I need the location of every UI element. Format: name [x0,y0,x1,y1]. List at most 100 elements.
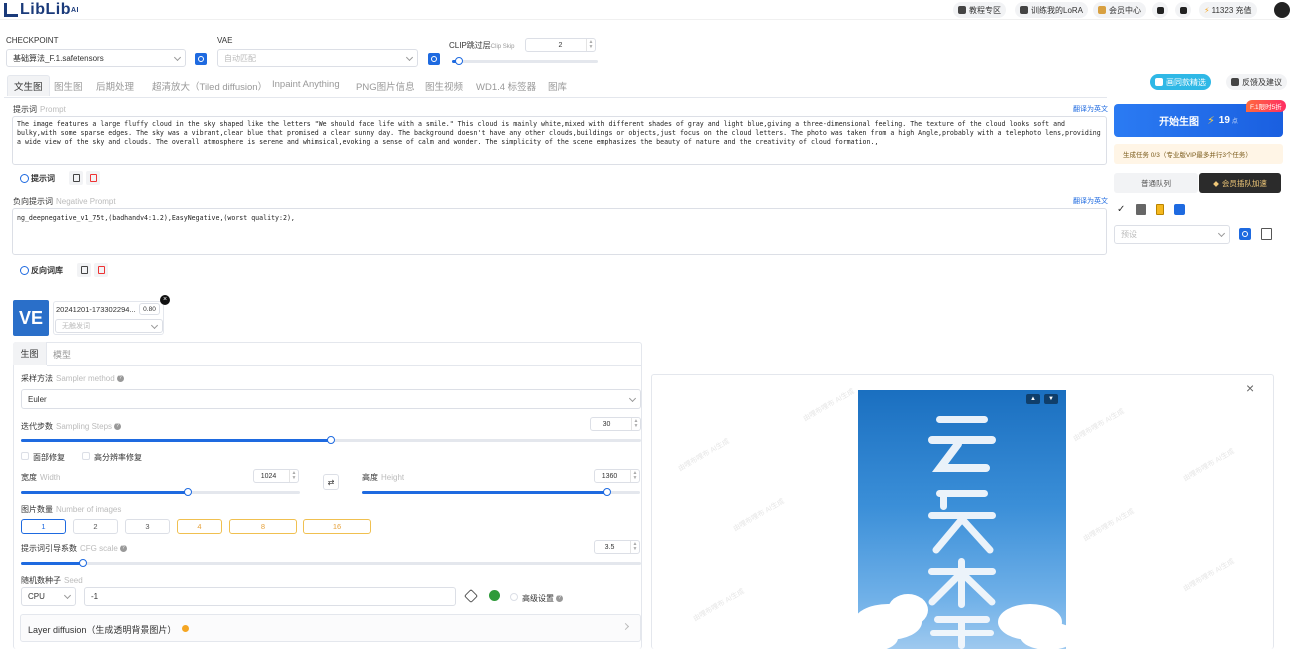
negative-library-toggle[interactable]: 反向词库 [20,265,63,276]
vae-select[interactable]: 自动匹配 [217,49,418,67]
num-images-8[interactable]: 8 [229,519,297,534]
check-icon[interactable]: ✓ [1117,204,1125,215]
negative-prompt-label: 负向提示词 Negative Prompt [13,197,116,206]
bolt-icon: ⚡ [1204,5,1210,15]
folder-icon[interactable] [1175,2,1191,18]
clipboard-icon[interactable] [1156,204,1164,215]
train-lora-button[interactable]: 训练我的LoRA [1015,2,1089,18]
advanced-settings-radio[interactable] [510,593,518,601]
refresh-preset-icon[interactable] [1239,228,1251,240]
steps-input[interactable]: 30 ▲ ▼ [590,417,641,431]
like-icon[interactable]: ▲ [1026,394,1040,404]
vip-center-button[interactable]: 会员中心 [1093,2,1146,18]
tab-inpaint-anything[interactable]: Inpaint Anything [272,79,340,90]
tab-img2video[interactable]: 图生视频 [425,79,463,93]
message-icon[interactable] [1152,2,1168,18]
tab-tiled-diffusion[interactable]: 超清放大（Tiled diffusion） [152,79,267,93]
preset-select[interactable]: 预设 [1114,225,1230,244]
chevron-down-icon [628,394,637,403]
vip-queue-tab[interactable]: ◆ 会员插队加速 [1199,173,1281,193]
checkpoint-label: CHECKPOINT [6,36,59,45]
lora-thumbnail[interactable]: VE [13,300,49,336]
stepper-icon[interactable]: ▲ ▼ [631,418,640,430]
stepper-icon[interactable]: ▲ ▼ [630,470,639,482]
num-images-4[interactable]: 4 [177,519,222,534]
num-images-16[interactable]: 16 [303,519,371,534]
tab-png-info[interactable]: PNG图片信息 [356,79,415,93]
tab-postprocess[interactable]: 后期处理 [96,79,134,93]
stepper-icon[interactable]: ▲ ▼ [630,541,639,553]
vae-label: VAE [217,36,233,45]
recycle-icon[interactable] [489,590,500,601]
help-icon[interactable]: ? [116,375,124,383]
num-images-1[interactable]: 1 [21,519,66,534]
sampler-select[interactable]: Euler [21,389,641,409]
cfg-slider[interactable] [21,559,641,567]
tab-img2img[interactable]: 图生图 [54,79,83,93]
copy-icon[interactable] [77,263,91,277]
stepper-icon[interactable]: ▲ ▼ [586,39,595,51]
credits-recharge-button[interactable]: ⚡ 11323 充值 [1199,2,1257,18]
same-style-button[interactable]: 画同款精选 [1150,74,1211,90]
prompt-toggle[interactable]: 提示词 [20,173,55,184]
height-input[interactable]: 1360 ▲ ▼ [594,469,640,483]
feedback-button[interactable]: 反馈及建议 [1226,74,1287,90]
hires-fix-checkbox[interactable] [82,452,90,460]
seed-device-select[interactable]: CPU [21,587,76,606]
cfg-input[interactable]: 3.5 ▲ ▼ [594,540,640,554]
num-images-2[interactable]: 2 [73,519,118,534]
tab-wd-tagger[interactable]: WD1.4 标签器 [476,79,536,93]
num-images-3[interactable]: 3 [125,519,170,534]
tutorial-button[interactable]: 教程专区 [953,2,1006,18]
steps-slider[interactable] [21,436,641,444]
negative-prompt-textarea[interactable]: ng_deepnegative_v1_75t,(badhandv4:1.2),E… [12,208,1107,255]
user-avatar[interactable] [1274,2,1290,18]
subtab-generate[interactable]: 生图 [13,342,47,365]
tab-gallery[interactable]: 图库 [548,79,567,93]
tab-txt2img[interactable]: 文生图 [7,75,50,96]
diamond-icon [1098,6,1106,14]
width-label: 宽度 Width [21,473,61,482]
subtab-model[interactable]: 模型 [53,348,71,361]
close-icon[interactable]: × [1246,380,1254,396]
trash-icon[interactable] [94,263,108,277]
cfg-label: 提示词引导系数 CFG scale? [21,543,127,554]
height-slider[interactable] [362,488,640,496]
trash-icon[interactable] [86,171,100,185]
prompt-textarea[interactable]: The image features a large fluffy cloud … [12,116,1107,165]
face-fix-checkbox[interactable] [21,452,29,460]
generated-image[interactable]: ▲ ▼ [858,390,1066,649]
sampler-label: 采样方法 Sampler method? [21,373,124,384]
seed-input[interactable]: -1 [84,587,456,606]
copy-icon[interactable] [69,171,83,185]
refresh-vae-icon[interactable] [428,53,440,65]
swap-size-icon[interactable]: ⇄ [323,474,339,490]
checkpoint-select[interactable]: 基础算法_F.1.safetensors [6,49,186,67]
width-input[interactable]: 1024 ▲ ▼ [253,469,299,483]
help-icon[interactable]: ? [119,545,127,553]
dislike-icon[interactable]: ▼ [1044,394,1058,404]
clip-skip-input[interactable]: 2 ▲ ▼ [525,38,596,52]
help-icon[interactable]: ? [556,595,563,603]
help-icon[interactable]: ? [114,423,122,431]
chevron-down-icon [150,321,159,330]
chat-icon [1231,78,1239,86]
trash-icon[interactable] [1136,204,1146,215]
warning-dot-icon [182,625,189,632]
width-slider[interactable] [21,488,300,496]
clip-skip-slider[interactable] [452,57,598,65]
stepper-icon[interactable]: ▲ ▼ [289,470,298,482]
edit-preset-icon[interactable] [1261,228,1272,240]
close-icon[interactable]: × [160,295,170,305]
sparkle-icon [1155,78,1163,86]
chevron-down-icon [405,53,414,62]
refresh-checkpoint-icon[interactable] [195,53,207,65]
normal-queue-tab[interactable]: 普通队列 [1114,173,1198,193]
swap-icon[interactable] [1174,204,1185,215]
liblib-logo[interactable]: LibLib AI [4,1,79,19]
face-fix-label: 面部修复 [33,453,65,462]
prompt-translate-link[interactable]: 翻译为英文 [1073,104,1108,114]
negative-translate-link[interactable]: 翻译为英文 [1073,196,1108,206]
lora-weight-input[interactable]: 0.80 [139,303,160,315]
lora-trigger-select[interactable]: 无触发词 [55,319,163,333]
